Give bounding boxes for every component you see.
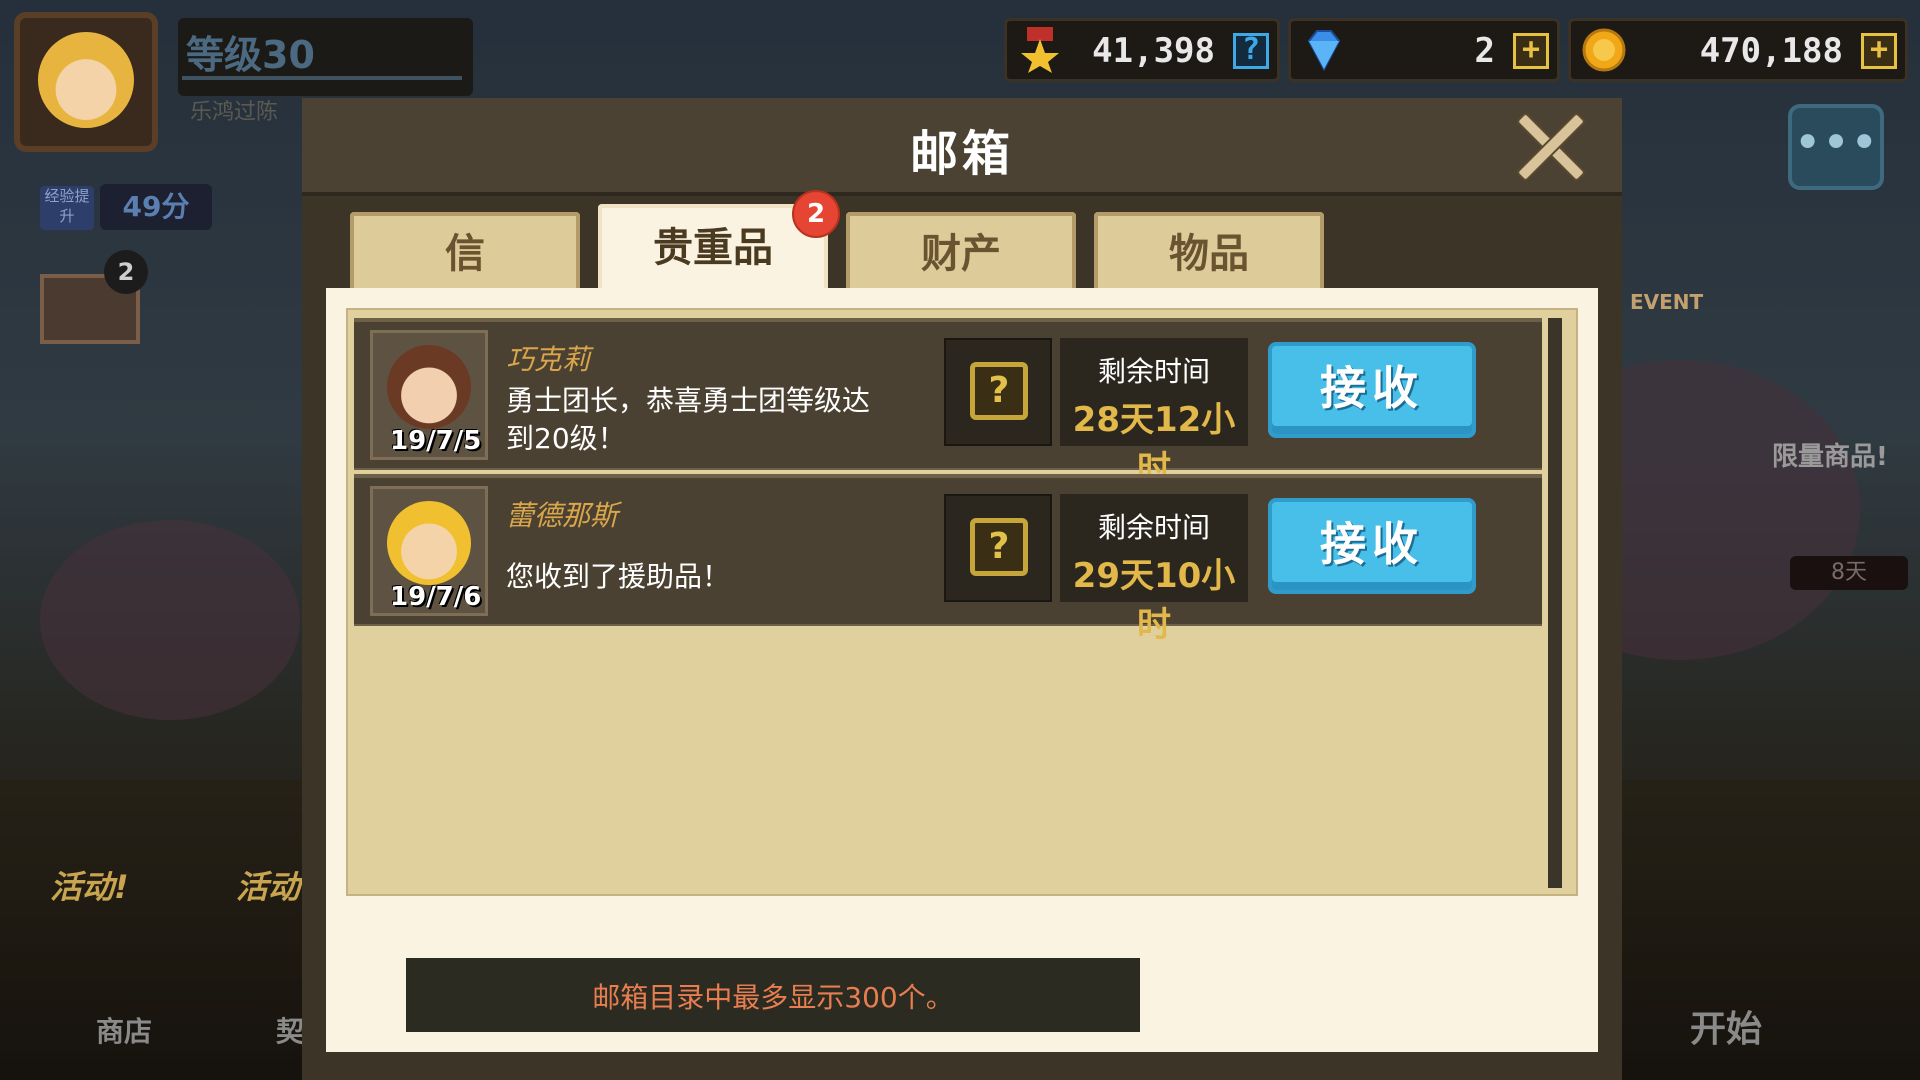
receive-button[interactable]: 接收 (1268, 498, 1476, 594)
gem-add-button[interactable]: + (1513, 33, 1549, 69)
tab-badge: 2 (792, 190, 840, 238)
mail-sender: 蕾德那斯 (506, 499, 619, 532)
player-avatar[interactable] (14, 12, 158, 152)
event-label[interactable]: EVENT (1630, 290, 1703, 314)
scroll-icon: ? (970, 518, 1028, 576)
player-name: 乐鸿过陈 (190, 100, 279, 125)
mail-item: 19/7/5 巧克莉 勇士团长，恭喜勇士团等级达到20级！ ? 剩余时间 28天… (354, 318, 1542, 489)
medal-currency: 41,398 ? (1004, 18, 1280, 82)
diamond-icon (1301, 27, 1347, 73)
gem-value: 2 (1474, 31, 1495, 71)
dialog-header: 邮箱 (302, 98, 1622, 196)
notice-bar: 邮箱目录中最多显示300个。 (406, 958, 1140, 1032)
mail-message: 勇士团长，恭喜勇士团等级达到20级！ (506, 384, 871, 455)
level-progress-bar (182, 76, 462, 80)
start-button[interactable]: 开始 (1690, 1000, 1762, 1052)
exp-boost-time: 49分 (100, 184, 212, 230)
player-level: 等级30 (186, 33, 315, 77)
reward-slot[interactable]: ? (944, 494, 1052, 602)
days-remaining-label: 8天 (1790, 556, 1908, 590)
dialog-title: 邮箱 (909, 126, 1014, 182)
time-value: 29天10小时 (1072, 556, 1236, 645)
receive-button[interactable]: 接收 (1268, 342, 1476, 438)
coin-icon (1581, 27, 1627, 73)
mail-count-badge: 2 (104, 250, 148, 294)
tab-letters[interactable]: 信 (350, 212, 580, 288)
gold-value: 470,188 (1699, 31, 1843, 71)
avatar-face (38, 32, 134, 128)
scroll-icon: ? (970, 362, 1028, 420)
gem-currency: 2 + (1288, 18, 1560, 82)
time-label: 剩余时间 (1097, 511, 1210, 544)
mail-item: 19/7/6 蕾德那斯 您收到了援助品！ ? 剩余时间 29天10小时 接收 (354, 474, 1542, 645)
shop-button[interactable]: 商店 (96, 1010, 152, 1050)
gold-add-button[interactable]: + (1861, 33, 1897, 69)
mail-message: 您收到了援助品！ (506, 560, 731, 593)
mail-panel: 19/7/5 巧克莉 勇士团长，恭喜勇士团等级达到20级！ ? 剩余时间 28天… (326, 288, 1598, 1052)
gold-currency: 470,188 + (1568, 18, 1908, 82)
time-remaining: 剩余时间 28天12小时 (1060, 338, 1248, 489)
mail-date: 19/7/5 (390, 426, 482, 456)
limited-goods-label[interactable]: 限量商品! (1772, 436, 1888, 473)
portrait-face (387, 345, 471, 429)
portrait-face (387, 501, 471, 585)
medal-value: 41,398 (1092, 31, 1215, 71)
mailbox-dialog: 邮箱 信 贵重品 财产 物品 2 19/7/5 巧克莉 勇士团长，恭喜勇士团等级… (302, 98, 1622, 1080)
time-label: 剩余时间 (1097, 355, 1210, 388)
mail-list: 19/7/5 巧克莉 勇士团长，恭喜勇士团等级达到20级！ ? 剩余时间 28天… (346, 308, 1578, 896)
medal-help-button[interactable]: ? (1233, 33, 1269, 69)
exp-boost-badge[interactable]: 经验提升 (40, 186, 94, 230)
tab-assets[interactable]: 财产 (846, 212, 1076, 288)
medal-icon (1017, 27, 1063, 73)
chat-icon[interactable]: ••• (1788, 104, 1884, 190)
mail-date: 19/7/6 (390, 582, 482, 612)
list-scrollbar[interactable] (1548, 318, 1562, 888)
tab-items[interactable]: 物品 (1094, 212, 1324, 288)
mail-sender: 巧克莉 (506, 343, 591, 376)
notice-text: 邮箱目录中最多显示300个。 (592, 981, 954, 1014)
reward-slot[interactable]: ? (944, 338, 1052, 446)
time-remaining: 剩余时间 29天10小时 (1060, 494, 1248, 645)
close-icon[interactable] (1516, 112, 1586, 182)
event-tag: 活动! (50, 868, 129, 906)
